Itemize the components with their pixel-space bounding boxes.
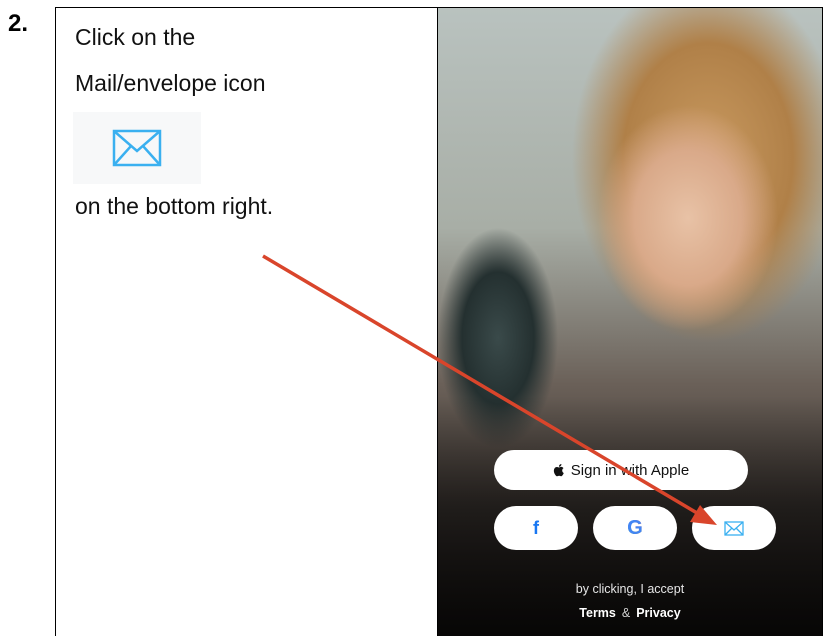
facebook-login-button[interactable]: f	[494, 506, 578, 550]
instruction-line-3: on the bottom right.	[75, 193, 274, 219]
step-number: 2.	[8, 10, 29, 37]
sign-in-with-apple-button[interactable]: Sign in with Apple	[494, 450, 748, 490]
facebook-icon: f	[533, 517, 539, 538]
terms-privacy-row: Terms & Privacy	[438, 606, 822, 620]
instruction-line-2: Mail/envelope icon	[75, 70, 266, 96]
instruction-line-1: Click on the	[75, 24, 196, 50]
envelope-icon	[112, 129, 162, 167]
google-login-button[interactable]: G	[593, 506, 677, 550]
mail-login-button[interactable]	[692, 506, 776, 550]
accept-text: by clicking, I accept	[575, 582, 685, 596]
apple-button-label: Sign in with Apple	[570, 461, 690, 479]
ampersand: &	[621, 606, 631, 620]
envelope-icon-sample	[73, 112, 201, 184]
privacy-link: Privacy	[636, 606, 681, 620]
terms-link[interactable]: Terms	[579, 606, 616, 620]
mail-icon	[724, 520, 744, 536]
phone-screenshot: Sign in with Apple f G by clicking, I ac…	[438, 8, 822, 636]
apple-icon	[553, 464, 564, 477]
google-icon: G	[627, 516, 643, 539]
